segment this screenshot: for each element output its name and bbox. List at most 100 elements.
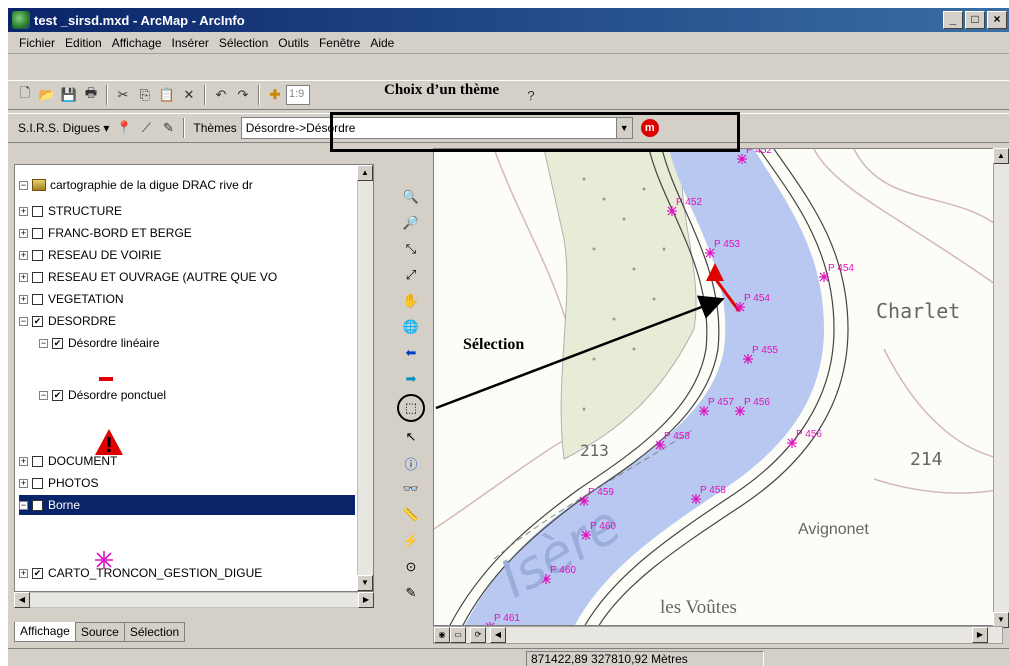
scroll-left-icon[interactable]: ◀ <box>490 627 506 643</box>
layer-visibility-checkbox[interactable] <box>32 455 43 467</box>
scroll-up-icon[interactable]: ▲ <box>357 165 373 181</box>
layer-visibility-checkbox[interactable] <box>32 249 43 261</box>
fixed-zoom-in-icon[interactable]: ⤡ <box>400 238 422 260</box>
full-extent-globe-icon[interactable]: 🌐 <box>400 316 422 338</box>
tab-affichage[interactable]: Affichage <box>14 622 76 642</box>
maximize-button[interactable]: □ <box>965 11 985 29</box>
save-icon[interactable]: 💾 <box>58 84 80 106</box>
editor-icon[interactable]: ✎ <box>400 582 422 604</box>
layer-row[interactable]: + STRUCTURE <box>19 201 122 221</box>
menu-outils[interactable]: Outils <box>273 36 314 50</box>
layer-visibility-checkbox[interactable] <box>32 293 43 305</box>
layer-row[interactable]: + PHOTOS <box>19 473 98 493</box>
map-tips-icon[interactable]: ⊙ <box>400 556 422 578</box>
menu-selection[interactable]: Sélection <box>214 36 273 50</box>
layer-row[interactable]: − ✔ Désordre ponctuel <box>39 385 166 405</box>
scroll-right-icon[interactable]: ▶ <box>972 627 988 643</box>
paste-icon[interactable]: 📋 <box>156 84 178 106</box>
map-vertical-scrollbar[interactable]: ▲ ▼ <box>993 148 1009 628</box>
layer-row[interactable]: + RESEAU ET OUVRAGE (AUTRE QUE VO <box>19 267 277 287</box>
scroll-right-icon[interactable]: ▶ <box>358 592 374 608</box>
find-binoculars-icon[interactable]: 👓 <box>400 478 422 500</box>
layer-visibility-checkbox[interactable] <box>32 205 43 217</box>
layer-row[interactable]: + RESEAU DE VOIRIE <box>19 245 161 265</box>
undo-icon[interactable]: ↶ <box>210 84 232 106</box>
redo-icon[interactable]: ↷ <box>232 84 254 106</box>
layer-visibility-checkbox[interactable]: ✔ <box>52 389 63 401</box>
expand-icon[interactable]: + <box>19 206 28 216</box>
menu-affichage[interactable]: Affichage <box>107 36 167 50</box>
expand-icon[interactable]: + <box>19 272 28 282</box>
edit-tool-icon[interactable]: ✎ <box>157 117 179 139</box>
layer-row[interactable]: + VEGETATION <box>19 289 124 309</box>
minimize-button[interactable]: _ <box>943 11 963 29</box>
expand-icon[interactable]: + <box>19 478 28 488</box>
expand-icon[interactable]: + <box>19 568 28 578</box>
tree-root[interactable]: − cartographie de la digue DRAC rive dr <box>19 175 253 195</box>
layer-row[interactable]: + ✔ CARTO_TRONCON_GESTION_DIGUE <box>19 563 262 583</box>
back-arrow-icon[interactable]: ⬅ <box>400 342 422 364</box>
new-document-icon[interactable]: 🗋 <box>14 84 36 106</box>
expand-icon[interactable]: + <box>19 228 28 238</box>
layout-view-icon[interactable]: ▭ <box>450 627 466 643</box>
hyperlink-icon[interactable]: ⚡ <box>400 530 422 552</box>
layer-visibility-checkbox[interactable] <box>32 477 43 489</box>
tab-source[interactable]: Source <box>74 622 125 642</box>
collapse-icon[interactable]: − <box>39 338 48 348</box>
whats-this-help-icon[interactable]: ? <box>520 84 542 106</box>
fixed-zoom-out-icon[interactable]: ⤢ <box>400 264 422 286</box>
zoom-out-icon[interactable]: 🔎 <box>400 212 422 234</box>
select-features-icon[interactable]: ⬚ <box>397 394 425 422</box>
cut-icon[interactable]: ✂ <box>112 84 134 106</box>
split-tool-icon[interactable]: ⟋ <box>135 117 157 139</box>
select-elements-arrow-icon[interactable]: ↖ <box>400 426 422 448</box>
scroll-left-icon[interactable]: ◀ <box>14 592 30 608</box>
layer-row[interactable]: + FRANC-BORD ET BERGE <box>19 223 192 243</box>
menu-fenetre[interactable]: Fenêtre <box>314 36 365 50</box>
pan-hand-icon[interactable]: ✋ <box>400 290 422 312</box>
menu-edition[interactable]: Edition <box>60 36 107 50</box>
map-display[interactable]: Isère Charlet 214 Avignonet les Voûtes 2… <box>433 148 1001 626</box>
map-scale-input[interactable]: 1:9 <box>286 85 310 105</box>
layer-row[interactable]: − ✔ DESORDRE <box>19 311 116 331</box>
delete-icon[interactable]: ✕ <box>178 84 200 106</box>
print-icon[interactable]: 🖶 <box>80 84 102 106</box>
zoom-in-icon[interactable]: 🔍 <box>400 186 422 208</box>
layer-visibility-checkbox[interactable] <box>32 271 43 283</box>
collapse-icon[interactable]: − <box>19 316 28 326</box>
layer-visibility-checkbox[interactable]: ✔ <box>32 499 43 511</box>
sirs-digues-menu[interactable]: S.I.R.S. Digues ▾ <box>14 121 113 135</box>
layer-row[interactable]: − ✔ Désordre linéaire <box>39 333 159 353</box>
collapse-icon[interactable]: − <box>39 390 48 400</box>
pin-tool-icon[interactable]: 📍 <box>113 117 135 139</box>
expand-icon[interactable]: + <box>19 294 28 304</box>
close-button[interactable]: × <box>987 11 1007 29</box>
expand-icon[interactable]: + <box>19 456 28 466</box>
expand-icon[interactable]: + <box>19 250 28 260</box>
map-horizontal-scrollbar[interactable]: ◉ ▭ ⟳ ◀ ▶ <box>433 626 1003 644</box>
refresh-icon[interactable]: ⟳ <box>470 627 486 643</box>
layer-label: DESORDRE <box>48 314 117 328</box>
layer-visibility-checkbox[interactable]: ✔ <box>52 337 63 349</box>
toc-horizontal-scrollbar[interactable]: ◀ ▶ <box>14 592 374 608</box>
forward-arrow-icon[interactable]: ➡ <box>400 368 422 390</box>
identify-info-icon[interactable]: ⓘ <box>400 452 422 474</box>
menu-fichier[interactable]: Fichier <box>14 36 60 50</box>
open-folder-icon[interactable]: 📂 <box>36 84 58 106</box>
layer-row[interactable]: − ✔ Borne <box>19 495 355 515</box>
collapse-icon[interactable]: − <box>19 180 28 190</box>
add-data-icon[interactable]: ✚ <box>264 84 286 106</box>
toc-vertical-scrollbar[interactable]: ▲ ▼ <box>357 165 373 591</box>
measure-icon[interactable]: 📏 <box>400 504 422 526</box>
collapse-icon[interactable]: − <box>19 500 28 510</box>
copy-icon[interactable]: ⎘ <box>134 84 156 106</box>
data-view-icon[interactable]: ◉ <box>434 627 450 643</box>
scroll-up-icon[interactable]: ▲ <box>993 148 1009 164</box>
layer-visibility-checkbox[interactable]: ✔ <box>32 315 43 327</box>
menu-aide[interactable]: Aide <box>365 36 399 50</box>
scroll-down-icon[interactable]: ▼ <box>357 575 373 591</box>
menu-inserer[interactable]: Insérer <box>167 36 214 50</box>
tab-selection[interactable]: Sélection <box>123 622 186 642</box>
layer-visibility-checkbox[interactable] <box>32 227 43 239</box>
layer-visibility-checkbox[interactable]: ✔ <box>32 567 43 579</box>
